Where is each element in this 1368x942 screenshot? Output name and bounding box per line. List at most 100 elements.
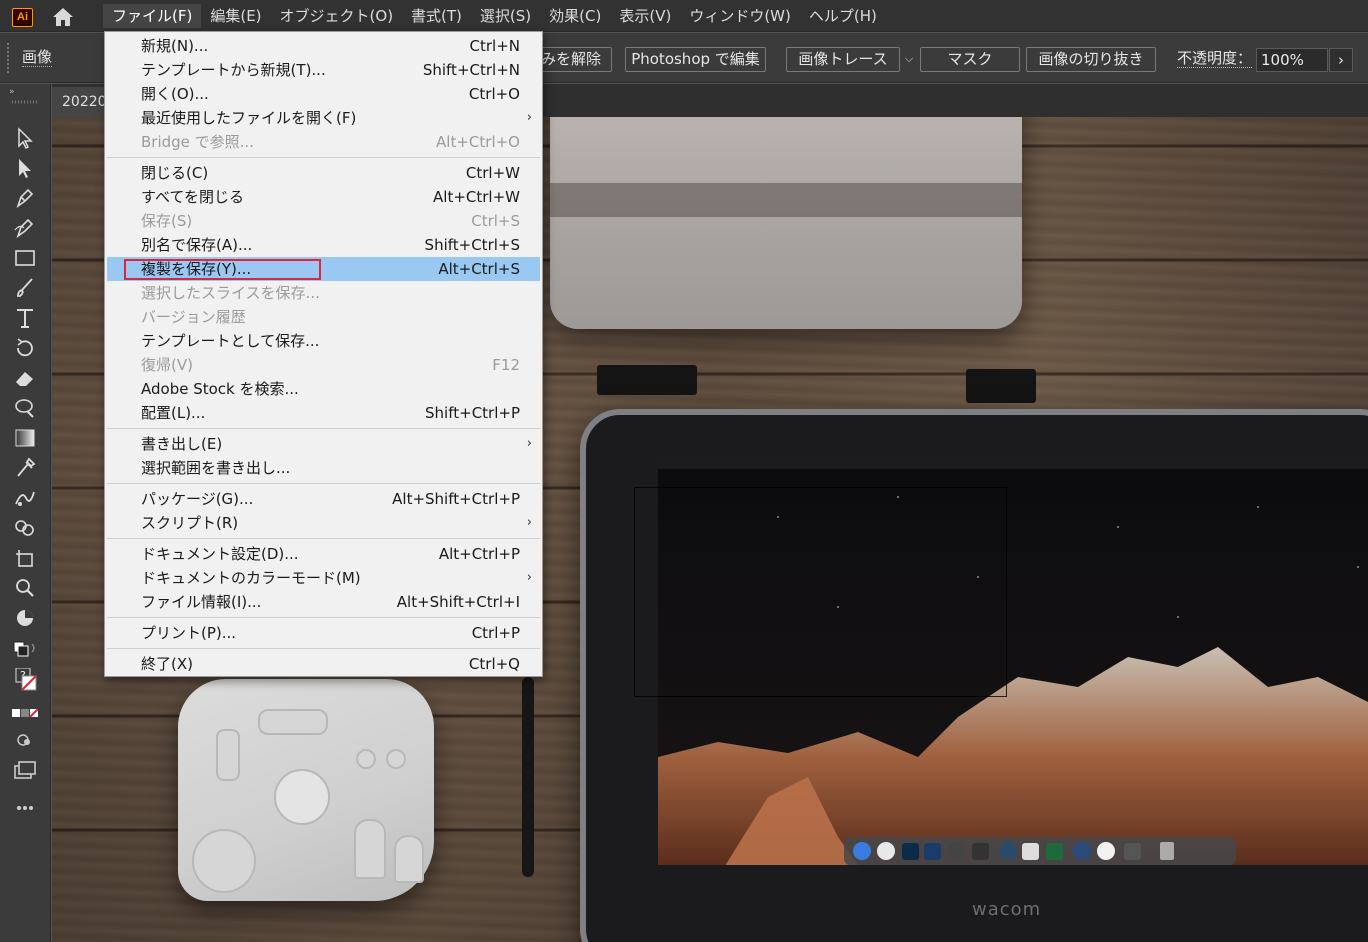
menu-item[interactable]: 表示(V): [610, 4, 680, 28]
file-menu-item[interactable]: 終了(X) Ctrl+Q: [107, 652, 540, 676]
menu-item-label: ドキュメントのカラーモード(M): [141, 569, 361, 587]
draw-mode-icon[interactable]: [12, 728, 38, 752]
menu-item-label: 選択したスライスを保存...: [141, 284, 320, 302]
menu-item-shortcut: Ctrl+P: [471, 624, 520, 642]
menu-item-shortcut: Ctrl+S: [471, 212, 520, 230]
more-tools-icon[interactable]: [12, 796, 38, 820]
file-menu-item[interactable]: 閉じる(C) Ctrl+W: [107, 161, 540, 185]
menu-item-shortcut: Alt+Ctrl+W: [433, 188, 520, 206]
zoom-tool-icon[interactable]: [12, 576, 38, 600]
crop-image-button[interactable]: 画像の切り抜き: [1026, 47, 1156, 72]
keypad-button: [258, 709, 328, 735]
file-menu-item[interactable]: テンプレートから新規(T)... Shift+Ctrl+N: [107, 58, 540, 82]
gradient-tool-icon[interactable]: [12, 426, 38, 450]
menu-item-shortcut: Alt+Ctrl+P: [438, 545, 520, 563]
opacity-chevron-right-icon[interactable]: ›: [1329, 48, 1353, 72]
screen-mode-icon[interactable]: [12, 758, 38, 782]
edit-in-photoshop-button[interactable]: Photoshop で編集: [625, 47, 766, 72]
file-menu-item[interactable]: 開く(O)... Ctrl+O: [107, 82, 540, 106]
opacity-label[interactable]: 不透明度：: [1177, 49, 1253, 68]
menu-item[interactable]: 選択(S): [471, 4, 540, 28]
panel-grip[interactable]: [7, 43, 11, 73]
menu-item-label: プリント(P)...: [141, 624, 237, 642]
context-label[interactable]: 画像: [22, 48, 53, 67]
fill-stroke-color-icon[interactable]: ?: [12, 668, 38, 692]
submenu-chevron-right-icon: ›: [526, 515, 532, 530]
selection-tool-icon[interactable]: [12, 126, 38, 150]
file-menu-item[interactable]: 新規(N)... Ctrl+N: [107, 34, 540, 58]
file-menu-item[interactable]: すべてを閉じる Alt+Ctrl+W: [107, 185, 540, 209]
file-menu-item[interactable]: スクリプト(R) ›: [107, 511, 540, 535]
rotate-tool-icon[interactable]: [12, 336, 38, 360]
shape-builder-tool-icon[interactable]: [12, 516, 38, 540]
type-tool-icon[interactable]: [12, 306, 38, 330]
file-menu-item[interactable]: Adobe Stock を検索...: [107, 377, 540, 401]
menu-item[interactable]: ファイル(F): [103, 4, 202, 28]
menu-item[interactable]: 書式(T): [402, 4, 471, 28]
eraser-tool-icon[interactable]: [12, 366, 38, 390]
menu-item-label: 配置(L)...: [141, 404, 206, 422]
eyedropper-tool-icon[interactable]: [12, 456, 38, 480]
document-tab[interactable]: 20220: [52, 87, 112, 117]
photo-hub-band: [550, 183, 1022, 217]
menu-item[interactable]: ウィンドウ(W): [680, 4, 800, 28]
curvature-tool-icon[interactable]: [12, 216, 38, 240]
menu-item-label: 最近使用したファイルを開く(F): [141, 109, 357, 127]
color-mode-icon[interactable]: [12, 702, 38, 726]
trace-preset-chevron-down-icon[interactable]: ⌵: [902, 51, 916, 67]
fill-stroke-swap-icon[interactable]: [12, 638, 38, 662]
mask-button[interactable]: マスク: [920, 47, 1020, 72]
photo-pen: [522, 677, 534, 877]
pen-tool-icon[interactable]: [12, 186, 38, 210]
menu-item-label: すべてを閉じる: [141, 188, 245, 206]
lasso-zoom-tool-icon[interactable]: [12, 396, 38, 420]
menu-item-label: 選択範囲を書き出し...: [141, 459, 291, 477]
direct-selection-tool-icon[interactable]: [12, 156, 38, 180]
artboard-tool-icon[interactable]: [12, 546, 38, 570]
file-menu-item[interactable]: Bridge で参照... Alt+Ctrl+O: [107, 130, 540, 154]
menu-item-label: Adobe Stock を検索...: [141, 380, 299, 398]
file-menu-item[interactable]: 書き出し(E) ›: [107, 432, 540, 456]
artboard-outline[interactable]: [634, 487, 1007, 697]
file-menu-item[interactable]: ドキュメント設定(D)... Alt+Ctrl+P: [107, 542, 540, 566]
menu-item-shortcut: Alt+Shift+Ctrl+P: [392, 490, 520, 508]
menu-separator: [107, 428, 540, 429]
file-menu-item[interactable]: 複製を保存(Y)... Alt+Ctrl+S: [107, 257, 540, 281]
menu-item-label: スクリプト(R): [141, 514, 239, 532]
illustrator-logo-icon: Ai: [12, 8, 33, 27]
image-trace-button[interactable]: 画像トレース: [786, 47, 900, 72]
pie-chart-tool-icon[interactable]: [12, 606, 38, 630]
file-menu-item[interactable]: 最近使用したファイルを開く(F) ›: [107, 106, 540, 130]
photo-usb-hub: [550, 117, 1022, 329]
menu-bar: Ai ファイル(F) 編集(E) オブジェクト(O) 書式(T) 選択(S) 効果(C) 表…: [0, 0, 1368, 32]
menu-item-shortcut: Shift+Ctrl+P: [425, 404, 520, 422]
keypad-wheel: [192, 829, 256, 893]
opacity-input[interactable]: [1256, 48, 1328, 72]
menu-item[interactable]: 編集(E): [201, 4, 270, 28]
file-menu-item[interactable]: 選択範囲を書き出し...: [107, 456, 540, 480]
file-menu-item[interactable]: プリント(P)... Ctrl+P: [107, 621, 540, 645]
file-menu-item[interactable]: バージョン履歴: [107, 305, 540, 329]
paintbrush-tool-icon[interactable]: [12, 276, 38, 300]
rectangle-tool-icon[interactable]: [12, 246, 38, 270]
file-menu-item[interactable]: 保存(S) Ctrl+S: [107, 209, 540, 233]
file-menu-item[interactable]: 別名で保存(A)... Shift+Ctrl+S: [107, 233, 540, 257]
menu-item[interactable]: ヘルプ(H): [800, 4, 886, 28]
file-menu-item[interactable]: テンプレートとして保存...: [107, 329, 540, 353]
file-menu-item[interactable]: ファイル情報(I)... Alt+Shift+Ctrl+I: [107, 590, 540, 614]
puppet-warp-tool-icon[interactable]: [12, 486, 38, 510]
photo-cable-plug: [597, 365, 697, 395]
file-menu-item[interactable]: 配置(L)... Shift+Ctrl+P: [107, 401, 540, 425]
file-menu-item[interactable]: 選択したスライスを保存...: [107, 281, 540, 305]
menu-item-label: Bridge で参照...: [141, 133, 254, 151]
file-menu-item[interactable]: 復帰(V) F12: [107, 353, 540, 377]
file-menu-item[interactable]: パッケージ(G)... Alt+Shift+Ctrl+P: [107, 487, 540, 511]
home-icon[interactable]: [50, 6, 76, 28]
menu-item[interactable]: 効果(C): [540, 4, 610, 28]
keypad-dial: [274, 769, 330, 825]
menu-item-label: パッケージ(G)...: [141, 490, 254, 508]
submenu-chevron-right-icon: ›: [526, 436, 532, 451]
menu-item[interactable]: オブジェクト(O): [271, 4, 403, 28]
file-menu-item[interactable]: ドキュメントのカラーモード(M) ›: [107, 566, 540, 590]
tools-panel-header[interactable]: »: [0, 84, 51, 108]
